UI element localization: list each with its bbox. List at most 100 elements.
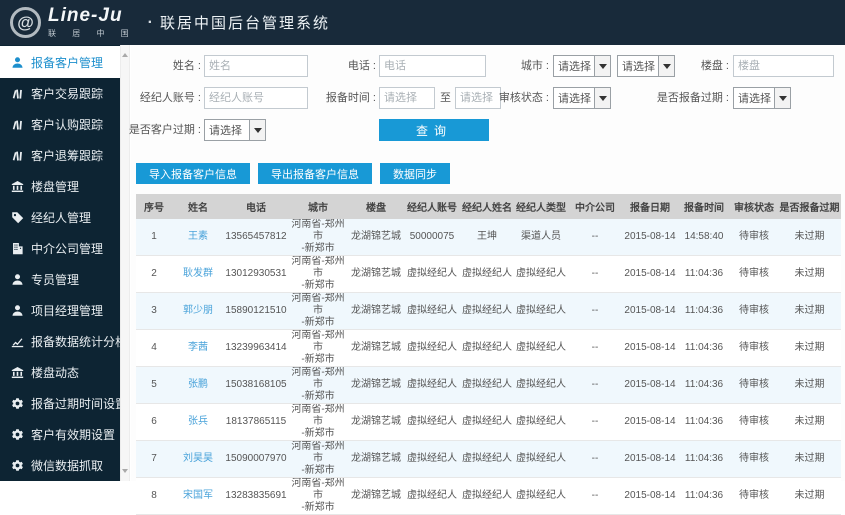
table-cell: 虚拟经纪人 <box>404 292 460 330</box>
customer-name-link[interactable]: 刘昊昊 <box>183 453 213 464</box>
search-button[interactable]: 查询 <box>379 119 489 141</box>
table-cell: 待审核 <box>730 477 778 515</box>
city-district-select-value: 请选择 <box>622 61 655 73</box>
sidebar-item-label: 中介公司管理 <box>31 242 104 256</box>
column-header: 报备时间 <box>678 194 730 219</box>
sidebar-item[interactable]: 报备数据统计分析 <box>0 326 127 357</box>
table-cell: 王素 <box>172 219 224 256</box>
sidebar-item[interactable]: 微信数据抓取 <box>0 450 120 481</box>
brand-subtitle: 联 居 中 国 <box>48 29 136 38</box>
customer-name-link[interactable]: 耿发群 <box>183 268 213 279</box>
table-cell: 11:04:36 <box>678 329 730 367</box>
table-cell: 待审核 <box>730 329 778 367</box>
table-cell: -- <box>568 219 622 256</box>
estate-input[interactable] <box>733 55 834 77</box>
table-cell: 张兵 <box>172 403 224 441</box>
customer-name-link[interactable]: 张兵 <box>188 416 208 427</box>
import-customers-button[interactable]: 导入报备客户信息 <box>136 163 250 184</box>
office-building-icon <box>11 242 24 255</box>
sidebar-item-label: 客户有效期设置 <box>31 428 116 442</box>
column-header: 序号 <box>136 194 172 219</box>
column-header: 报备日期 <box>622 194 678 219</box>
sidebar-item[interactable]: 报备过期时间设置 <box>0 388 127 419</box>
table-cell: 虚拟经纪人 <box>460 255 514 293</box>
customers-table: 序号 姓名 电话 城市 楼盘 经纪人账号 经纪人姓名 经纪人类型 中介公司 报备日期 报备时间 审核状… <box>136 194 841 515</box>
user-icon <box>11 56 24 69</box>
column-header: 经纪人账号 <box>404 194 460 219</box>
table-cell: 11:04:36 <box>678 255 730 293</box>
sidebar-item[interactable]: 客户有效期设置 <box>0 419 120 450</box>
export-customers-button[interactable]: 导出报备客户信息 <box>258 163 372 184</box>
scroll-down-arrow-icon[interactable] <box>121 465 129 477</box>
sidebar-item-label: 报备过期时间设置 <box>31 397 128 411</box>
sidebar-item[interactable]: 客户交易跟踪 <box>0 78 120 109</box>
table-cell: 2015-08-14 <box>622 440 678 478</box>
report-time-to-input[interactable] <box>455 87 501 109</box>
customer-expired-select[interactable]: 请选择 <box>204 119 266 141</box>
table-row: 2 耿发群 13012930531 河南省-郑州市 -新郑市 龙湖锦艺城 虚拟经纪人 虚拟经… <box>136 255 841 293</box>
audit-status-select[interactable]: 请选择 <box>553 87 611 109</box>
estate-label: 楼盘 : <box>700 60 729 72</box>
sidebar-item[interactable]: 项目经理管理 <box>0 295 120 326</box>
report-time-to-label: 至 <box>440 92 451 104</box>
gear-icon <box>11 397 24 410</box>
phone-input[interactable] <box>379 55 486 77</box>
table-row: 5 张鹏 15038168105 河南省-郑州市 -新郑市 龙湖锦艺城 虚拟经纪人 虚拟经纪… <box>136 366 841 404</box>
table-row: 7 刘昊昊 15090007970 河南省-郑州市 -新郑市 龙湖锦艺城 虚拟经纪人 虚拟经… <box>136 440 841 478</box>
table-cell: 龙湖锦艺城 <box>348 329 404 367</box>
action-bar: 导入报备客户信息 导出报备客户信息 数据同步 <box>136 163 450 184</box>
table-cell: -- <box>568 440 622 478</box>
sidebar-item[interactable]: 经纪人管理 <box>0 202 120 233</box>
city-province-select[interactable]: 请选择 <box>553 55 611 77</box>
sidebar-item[interactable]: 客户认购跟踪 <box>0 109 120 140</box>
table-cell: 刘昊昊 <box>172 440 224 478</box>
table-row: 6 张兵 18137865115 河南省-郑州市 -新郑市 龙湖锦艺城 虚拟经纪人 虚拟经纪… <box>136 403 841 441</box>
table-cell: 2015-08-14 <box>622 477 678 515</box>
table-cell: 2015-08-14 <box>622 255 678 293</box>
column-header: 经纪人姓名 <box>460 194 514 219</box>
sidebar-item[interactable]: 专员管理 <box>0 264 120 295</box>
report-expired-select-value: 请选择 <box>738 93 771 105</box>
table-cell: 11:04:36 <box>678 292 730 330</box>
sidebar-item-label: 项目经理管理 <box>31 304 104 318</box>
sidebar-item[interactable]: 楼盘动态 <box>0 357 120 388</box>
table-cell: 虚拟经纪人 <box>514 403 568 441</box>
agent-account-input[interactable] <box>204 87 308 109</box>
table-cell: 8 <box>136 477 172 515</box>
customer-name-link[interactable]: 张鹏 <box>188 379 208 390</box>
column-header: 城市 <box>288 194 348 219</box>
city-district-select[interactable]: 请选择 <box>617 55 675 77</box>
column-header: 审核状态 <box>730 194 778 219</box>
table-cell: 虚拟经纪人 <box>404 255 460 293</box>
chart-icon <box>11 335 24 348</box>
sidebar-item[interactable]: 客户退筹跟踪 <box>0 140 120 171</box>
scroll-up-arrow-icon[interactable] <box>121 49 129 61</box>
table-cell: 龙湖锦艺城 <box>348 440 404 478</box>
tag-icon <box>11 211 24 224</box>
sidebar-item[interactable]: 报备客户管理 <box>0 46 120 78</box>
table-cell: 15890121510 <box>224 292 288 330</box>
report-expired-select[interactable]: 请选择 <box>733 87 791 109</box>
sidebar-item-label: 客户退筹跟踪 <box>31 149 104 163</box>
table-cell: 张鹏 <box>172 366 224 404</box>
sidebar-scrollbar[interactable] <box>120 45 130 481</box>
customer-name-link[interactable]: 宋国军 <box>183 490 213 501</box>
table-cell: 未过期 <box>778 477 841 515</box>
name-input[interactable] <box>204 55 308 77</box>
report-time-from-input[interactable] <box>379 87 435 109</box>
table-cell: 未过期 <box>778 403 841 441</box>
customer-name-link[interactable]: 王素 <box>188 231 208 242</box>
table-cell: 河南省-郑州市 -新郑市 <box>288 219 348 256</box>
customer-name-link[interactable]: 李茜 <box>188 342 208 353</box>
sidebar-item-label: 微信数据抓取 <box>31 459 104 473</box>
customer-name-link[interactable]: 郭少朋 <box>183 305 213 316</box>
table-cell: 河南省-郑州市 -新郑市 <box>288 255 348 293</box>
table-cell: 河南省-郑州市 -新郑市 <box>288 477 348 515</box>
table-cell: -- <box>568 329 622 367</box>
table-cell: 11:04:36 <box>678 477 730 515</box>
search-filter-form: 姓名 : 电话 : 城市 : 请选择 请选择 楼盘 : 经纪人账号 : 报备时间… <box>129 45 845 149</box>
data-sync-button[interactable]: 数据同步 <box>380 163 450 184</box>
sidebar-item[interactable]: 中介公司管理 <box>0 233 120 264</box>
table-cell: 13239963414 <box>224 329 288 367</box>
sidebar-item[interactable]: 楼盘管理 <box>0 171 120 202</box>
